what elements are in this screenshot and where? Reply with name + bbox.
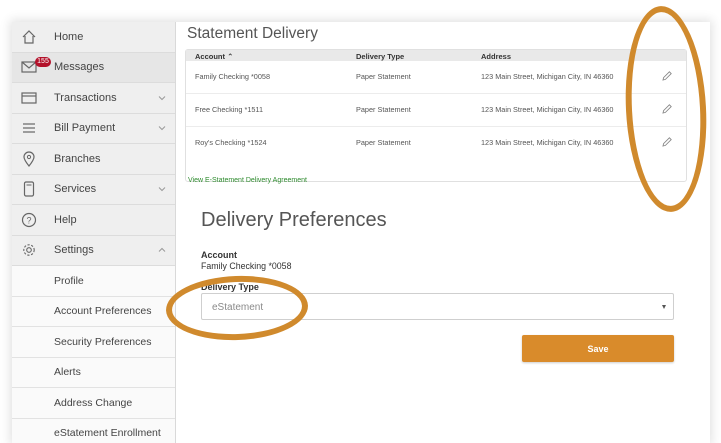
address-cell: 123 Main Street, Michigan City, IN 46360	[481, 105, 614, 114]
pencil-icon[interactable]	[661, 70, 673, 82]
sidebar-item-help[interactable]: ? Help	[12, 205, 175, 236]
account-label: Account	[201, 250, 237, 260]
page-title: Statement Delivery	[187, 25, 318, 42]
help-icon: ?	[20, 211, 38, 229]
location-pin-icon	[20, 150, 38, 168]
delivery-type-label: Delivery Type	[201, 282, 259, 292]
home-icon	[20, 28, 38, 46]
account-cell: Roy's Checking *1524	[195, 138, 267, 147]
sidebar-subitem-account-preferences[interactable]: Account Preferences	[12, 296, 175, 327]
pencil-icon[interactable]	[661, 136, 673, 148]
sidebar-item-label: Bill Payment	[54, 122, 116, 135]
chevron-down-icon	[158, 126, 166, 131]
sidebar-item-transactions[interactable]: Transactions	[12, 83, 175, 114]
sidebar-item-label: Settings	[54, 244, 94, 257]
pencil-icon[interactable]	[661, 103, 673, 115]
chevron-down-icon	[158, 187, 166, 192]
delivery-preferences-title: Delivery Preferences	[201, 209, 387, 231]
column-header-address: Address	[481, 51, 512, 61]
sidebar-item-settings[interactable]: Settings	[12, 236, 175, 266]
address-cell: 123 Main Street, Michigan City, IN 46360	[481, 72, 614, 81]
address-cell: 123 Main Street, Michigan City, IN 46360	[481, 138, 614, 147]
sidebar-subitem-alerts[interactable]: Alerts	[12, 357, 175, 388]
sidebar-item-label: Services	[54, 183, 97, 196]
sidebar-item-label: Home	[54, 30, 84, 43]
table-row: Roy's Checking *1524 Paper Statement 123…	[186, 127, 686, 160]
gear-icon	[20, 241, 38, 259]
account-cell: Free Checking *1511	[195, 105, 264, 114]
message-count-badge: 155	[35, 56, 51, 67]
save-button[interactable]: Save	[522, 335, 674, 362]
delivery-type-cell: Paper Statement	[356, 105, 411, 114]
delivery-type-cell: Paper Statement	[356, 72, 411, 81]
phone-icon	[20, 180, 38, 198]
sidebar-subitem-profile[interactable]: Profile	[12, 266, 175, 297]
list-icon	[20, 119, 38, 137]
table-row: Family Checking *0058 Paper Statement 12…	[186, 61, 686, 94]
account-value: Family Checking *0058	[201, 261, 292, 271]
column-header-account[interactable]: Account ⌃	[195, 52, 233, 61]
sidebar-item-bill-payment[interactable]: Bill Payment	[12, 114, 175, 144]
sidebar-item-home[interactable]: Home	[12, 22, 175, 53]
table-row: Free Checking *1511 Paper Statement 123 …	[186, 94, 686, 127]
delivery-type-selected-value: eStatement	[212, 302, 264, 313]
caret-down-icon	[662, 305, 666, 309]
chevron-up-icon	[158, 248, 166, 253]
sidebar-item-label: Transactions	[54, 91, 117, 104]
delivery-type-select[interactable]: eStatement	[201, 293, 674, 320]
svg-text:?: ?	[26, 215, 31, 225]
card-icon	[20, 89, 38, 107]
statement-delivery-table: Account ⌃ Delivery Type Address Family C…	[185, 49, 687, 182]
delivery-type-cell: Paper Statement	[356, 138, 411, 147]
column-header-delivery-type: Delivery Type	[356, 51, 405, 61]
sidebar-subitem-estatement-enrollment[interactable]: eStatement Enrollment	[12, 418, 175, 443]
main-content: Statement Delivery Account ⌃ Delivery Ty…	[176, 22, 710, 443]
sidebar-subitem-security-preferences[interactable]: Security Preferences	[12, 327, 175, 358]
sidebar-item-label: Help	[54, 213, 77, 226]
sidebar-item-services[interactable]: Services	[12, 175, 175, 205]
estatement-agreement-link[interactable]: View E-Statement Delivery Agreement	[188, 177, 307, 184]
sidebar-item-messages[interactable]: 155 Messages	[12, 52, 175, 83]
sidebar: Home 155 Messages Transactions Bill Paym…	[12, 22, 176, 443]
account-cell: Family Checking *0058	[195, 72, 271, 81]
sidebar-item-label: Messages	[54, 61, 105, 74]
sidebar-subitem-address-change[interactable]: Address Change	[12, 388, 175, 419]
sidebar-item-branches[interactable]: Branches	[12, 144, 175, 175]
table-header: Account ⌃ Delivery Type Address	[186, 50, 686, 61]
chevron-down-icon	[158, 95, 166, 100]
sidebar-item-label: Branches	[54, 152, 101, 165]
